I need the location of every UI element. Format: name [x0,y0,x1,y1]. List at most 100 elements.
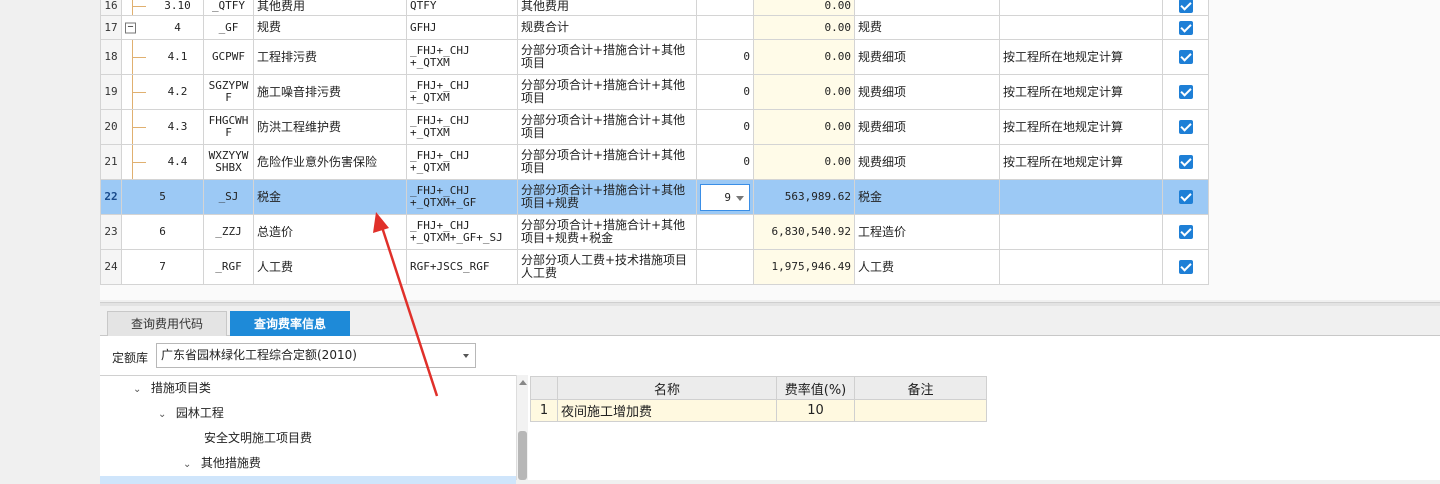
code-cell[interactable]: GCPWF [203,39,254,75]
code-cell[interactable]: _SJ [203,179,254,215]
tree-item-other-measures[interactable]: ⌄ 其他措施费 [183,451,261,476]
seq-cell[interactable]: 4.1 [121,39,204,75]
seq-cell[interactable]: 5 [121,179,204,215]
checkbox-checked[interactable] [1178,260,1193,274]
type-cell[interactable]: 工程造价 [854,214,1000,250]
type-cell[interactable]: 规费细项 [854,144,1000,180]
row-number[interactable]: 16 [100,0,122,16]
remark-cell[interactable] [999,214,1163,250]
base-cell[interactable]: _FHJ+_CHJ +_QTXM+_GF+_SJ [406,214,518,250]
checkbox-checked[interactable] [1178,120,1193,134]
table-row[interactable]: 24 7 _RGF 人工费 RGF+JSCS_RGF 分部分项人工费+技术措施项目人工费 1… [100,249,1209,285]
type-cell[interactable]: 规费细项 [854,39,1000,75]
seq-cell[interactable]: 3.10 [121,0,204,16]
rate-cell[interactable]: 9 [696,179,754,215]
amount-cell[interactable]: 1,975,946.49 [753,249,855,285]
rate-cell[interactable]: 0 [696,144,754,180]
desc-cell[interactable]: 分部分项合计+措施合计+其他项目 [517,39,697,75]
output-cell[interactable] [1162,179,1209,215]
scroll-up-icon[interactable] [519,380,527,385]
amount-cell[interactable]: 0.00 [753,0,855,16]
rate-cell[interactable]: 0 [696,39,754,75]
name-cell[interactable]: 总造价 [253,214,407,250]
desc-cell[interactable]: 分部分项合计+措施合计+其他项目 [517,144,697,180]
base-cell[interactable]: _FHJ+_CHJ +_QTXM [406,144,518,180]
rate-cell[interactable] [696,214,754,250]
code-cell[interactable]: SGZYPW F [203,74,254,110]
output-cell[interactable] [1162,109,1209,145]
tab-query-fee-code[interactable]: 查询费用代码 [107,311,227,336]
rate-name-cell[interactable]: 夜间施工增加费 [557,399,777,422]
output-cell[interactable] [1162,214,1209,250]
type-cell[interactable]: 税金 [854,179,1000,215]
base-cell[interactable]: _FHJ+_CHJ +_QTXM+_GF [406,179,518,215]
row-number[interactable]: 22 [100,179,122,215]
rate-cell[interactable] [696,249,754,285]
amount-cell[interactable]: 0.00 [753,109,855,145]
output-cell[interactable] [1162,249,1209,285]
output-cell[interactable] [1162,15,1209,40]
table-row[interactable]: 17−4 _GF 规费 GFHJ 规费合计 0.00 规费 [100,15,1209,40]
desc-cell[interactable]: 分部分项合计+措施合计+其他项目+规费 [517,179,697,215]
name-cell[interactable]: 规费 [253,15,407,40]
amount-cell[interactable]: 6,830,540.92 [753,214,855,250]
checkbox-checked[interactable] [1178,50,1193,64]
type-cell[interactable]: 人工费 [854,249,1000,285]
table-row[interactable]: 18 4.1 GCPWF 工程排污费 _FHJ+_CHJ +_QTXM 分部分项合计+措施… [100,39,1209,75]
table-row[interactable]: 23 6 _ZZJ 总造价 _FHJ+_CHJ +_QTXM+_GF+_SJ 分部分项合计… [100,214,1209,250]
name-cell[interactable]: 其他费用 [253,0,407,16]
name-cell[interactable]: 工程排污费 [253,39,407,75]
tree-item-landscape[interactable]: ⌄ 园林工程 [158,401,224,426]
collapse-icon[interactable]: − [125,22,136,33]
row-number[interactable]: 18 [100,39,122,75]
rate-dropdown[interactable]: 9 [700,183,750,211]
seq-cell[interactable]: 7 [121,249,204,285]
desc-cell[interactable]: 分部分项合计+措施合计+其他项目 [517,109,697,145]
output-cell[interactable] [1162,144,1209,180]
output-cell[interactable] [1162,0,1209,16]
chevron-down-icon[interactable]: ⌄ [133,377,147,402]
base-cell[interactable]: _FHJ+_CHJ +_QTXM [406,74,518,110]
name-cell[interactable]: 危险作业意外伤害保险 [253,144,407,180]
chevron-down-icon[interactable]: ⌄ [158,402,172,427]
table-row[interactable]: 20 4.3 FHGCWH F 防洪工程维护费 _FHJ+_CHJ +_QTXM 分部分项… [100,109,1209,145]
row-number[interactable]: 24 [100,249,122,285]
amount-cell[interactable]: 0.00 [753,144,855,180]
remark-cell[interactable]: 按工程所在地规定计算 [999,144,1163,180]
seq-cell[interactable]: −4 [121,15,204,40]
checkbox-checked[interactable] [1178,155,1193,169]
remark-cell[interactable] [999,0,1163,16]
rate-value-cell[interactable]: 10 [776,399,855,422]
desc-cell[interactable]: 其他费用 [517,0,697,16]
type-cell[interactable]: 规费细项 [854,74,1000,110]
row-number[interactable]: 21 [100,144,122,180]
code-cell[interactable]: FHGCWH F [203,109,254,145]
name-cell[interactable]: 人工费 [253,249,407,285]
tree-item-safety-fee[interactable]: 安全文明施工项目费 [204,426,312,451]
row-number[interactable]: 20 [100,109,122,145]
checkbox-checked[interactable] [1178,0,1193,13]
base-cell[interactable]: GFHJ [406,15,518,40]
remark-cell[interactable]: 按工程所在地规定计算 [999,39,1163,75]
name-cell[interactable]: 防洪工程维护费 [253,109,407,145]
table-row[interactable]: 16 3.10 _QTFY 其他费用 QTFY 其他费用 0.00 [100,0,1209,16]
code-cell[interactable]: _QTFY [203,0,254,16]
seq-cell[interactable]: 6 [121,214,204,250]
tree-scrollbar[interactable] [516,375,528,480]
row-number[interactable]: 17 [100,15,122,40]
checkbox-checked[interactable] [1178,190,1193,204]
quota-library-select[interactable]: 广东省园林绿化工程综合定额(2010) [156,343,476,368]
scroll-thumb[interactable] [518,431,527,480]
remark-cell[interactable] [999,179,1163,215]
remark-cell[interactable]: 按工程所在地规定计算 [999,74,1163,110]
base-cell[interactable]: _FHJ+_CHJ +_QTXM [406,109,518,145]
output-cell[interactable] [1162,74,1209,110]
type-cell[interactable]: 规费 [854,15,1000,40]
amount-cell[interactable]: 0.00 [753,74,855,110]
amount-cell[interactable]: 0.00 [753,39,855,75]
rate-cell[interactable]: 0 [696,109,754,145]
amount-cell[interactable]: 563,989.62 [753,179,855,215]
table-row[interactable]: 19 4.2 SGZYPW F 施工噪音排污费 _FHJ+_CHJ +_QTXM 分部分项… [100,74,1209,110]
table-row[interactable]: 1 夜间施工增加费 10 [530,399,987,422]
base-cell[interactable]: _FHJ+_CHJ +_QTXM [406,39,518,75]
